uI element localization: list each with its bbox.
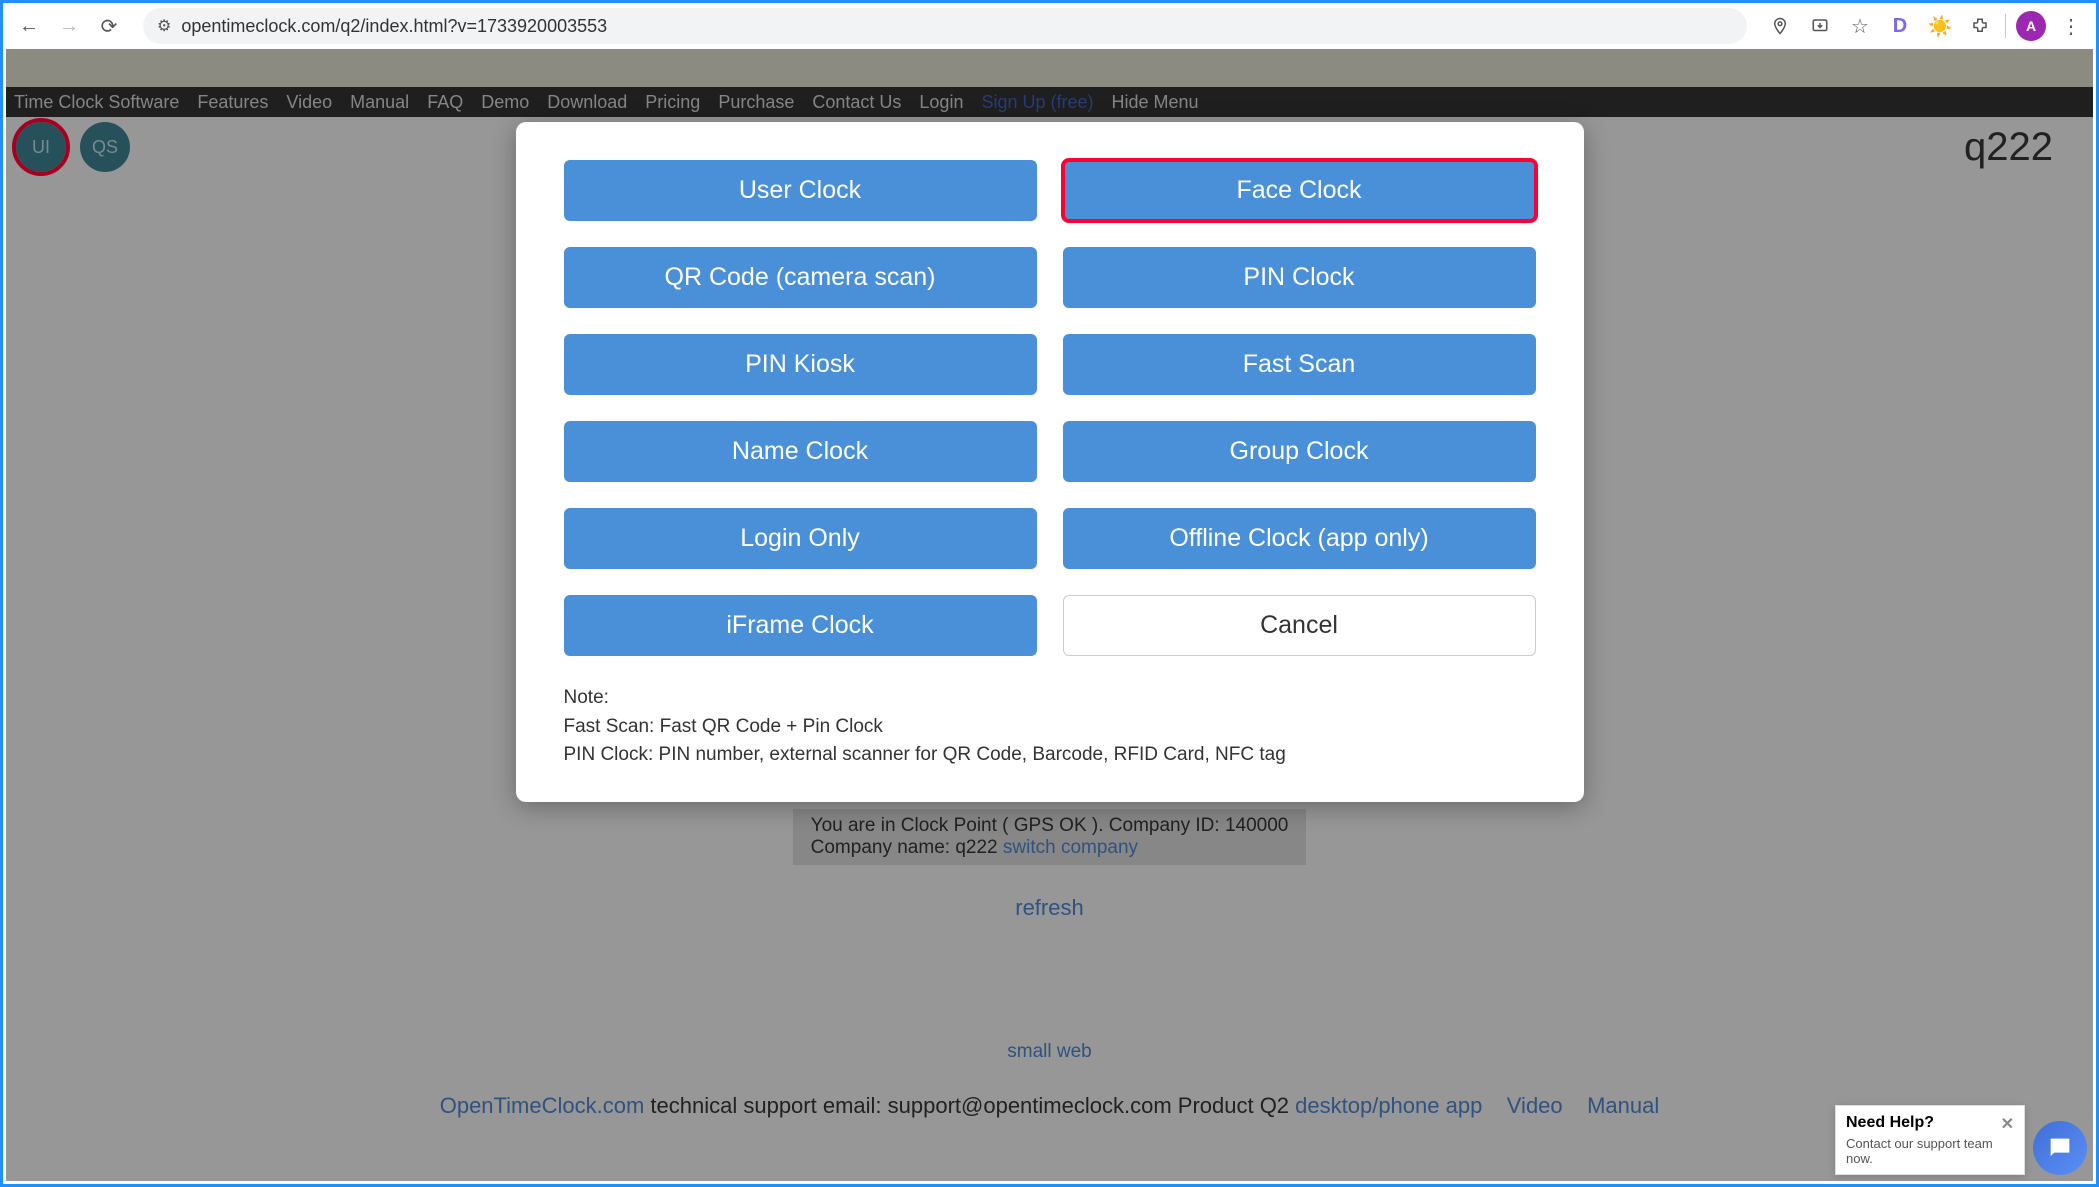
- divider: [2005, 14, 2006, 38]
- site-settings-icon[interactable]: ⚙: [157, 16, 171, 36]
- help-subtitle: Contact our support team now.: [1846, 1136, 2014, 1166]
- note-line-2: PIN Clock: PIN number, external scanner …: [564, 741, 1536, 770]
- clock-type-modal: User Clock Face Clock QR Code (camera sc…: [516, 122, 1584, 802]
- help-close-icon[interactable]: ✕: [2001, 1114, 2014, 1134]
- reload-button[interactable]: ⟳: [93, 10, 125, 42]
- fast-scan-button[interactable]: Fast Scan: [1063, 334, 1536, 395]
- extensions-icon[interactable]: [1965, 11, 1995, 41]
- user-clock-button[interactable]: User Clock: [564, 160, 1037, 221]
- face-clock-button[interactable]: Face Clock: [1063, 160, 1536, 221]
- install-app-icon[interactable]: [1805, 11, 1835, 41]
- url-bar[interactable]: ⚙ opentimeclock.com/q2/index.html?v=1733…: [143, 8, 1747, 44]
- pin-clock-button[interactable]: PIN Clock: [1063, 247, 1536, 308]
- location-icon[interactable]: [1765, 11, 1795, 41]
- qr-code-button[interactable]: QR Code (camera scan): [564, 247, 1037, 308]
- modal-note: Note: Fast Scan: Fast QR Code + Pin Cloc…: [564, 684, 1536, 770]
- offline-clock-button[interactable]: Offline Clock (app only): [1063, 508, 1536, 569]
- pin-kiosk-button[interactable]: PIN Kiosk: [564, 334, 1037, 395]
- group-clock-button[interactable]: Group Clock: [1063, 421, 1536, 482]
- forward-button[interactable]: →: [53, 10, 85, 42]
- help-widget[interactable]: Need Help? ✕ Contact our support team no…: [1835, 1105, 2025, 1175]
- cancel-button[interactable]: Cancel: [1063, 595, 1536, 656]
- extension-d-icon[interactable]: D: [1885, 11, 1915, 41]
- extension-sun-icon[interactable]: ☀️: [1925, 11, 1955, 41]
- name-clock-button[interactable]: Name Clock: [564, 421, 1037, 482]
- note-line-1: Fast Scan: Fast QR Code + Pin Clock: [564, 713, 1536, 742]
- browser-toolbar: ← → ⟳ ⚙ opentimeclock.com/q2/index.html?…: [3, 3, 2096, 49]
- menu-icon[interactable]: ⋮: [2056, 11, 2086, 41]
- note-label: Note:: [564, 684, 1536, 713]
- back-button[interactable]: ←: [13, 10, 45, 42]
- star-icon[interactable]: ☆: [1845, 11, 1875, 41]
- profile-avatar[interactable]: A: [2016, 11, 2046, 41]
- help-title: Need Help?: [1846, 1114, 1934, 1134]
- url-text: opentimeclock.com/q2/index.html?v=173392…: [181, 16, 607, 37]
- iframe-clock-button[interactable]: iFrame Clock: [564, 595, 1037, 656]
- chat-bubble-icon[interactable]: [2033, 1121, 2087, 1175]
- login-only-button[interactable]: Login Only: [564, 508, 1037, 569]
